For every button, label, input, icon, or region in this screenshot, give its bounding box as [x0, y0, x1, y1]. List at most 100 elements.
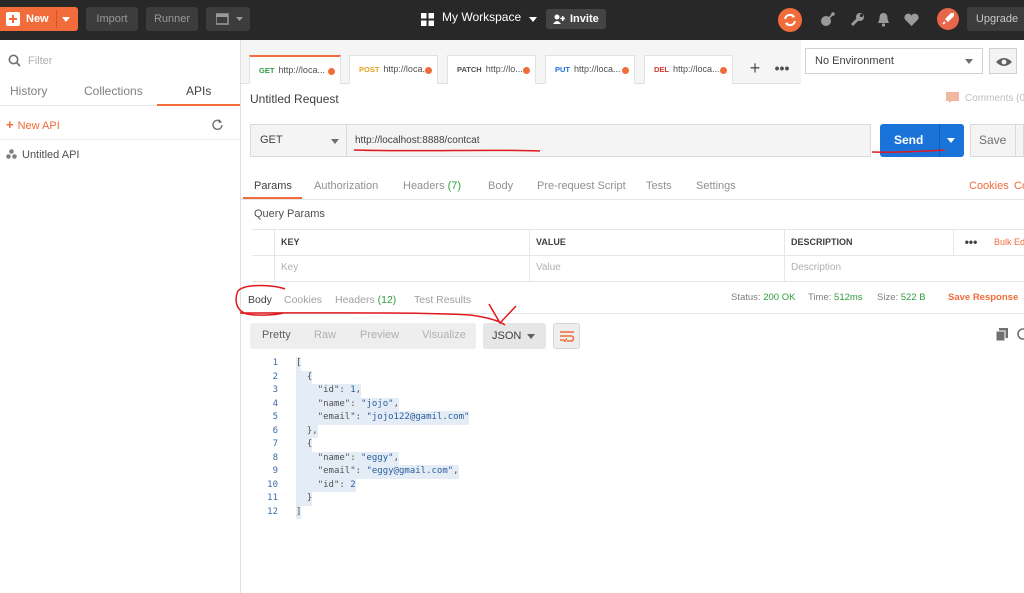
request-tab-del[interactable]: DEL http://loca...: [644, 55, 733, 84]
key-input[interactable]: Key: [274, 256, 530, 282]
response-view-selector: Pretty Raw Preview Visualize: [250, 323, 476, 349]
new-button-label: New: [26, 13, 49, 25]
more-options-icon[interactable]: •••: [953, 230, 988, 256]
comment-icon: [946, 92, 959, 103]
chevron-down-icon: [62, 17, 70, 22]
tab-authorization[interactable]: Authorization: [314, 180, 378, 192]
code-text: "name": "jojo",: [296, 397, 399, 411]
tab-params[interactable]: Params: [254, 180, 292, 192]
sidebar: Filter History Collections APIs + New API…: [0, 40, 241, 593]
format-select[interactable]: JSON: [483, 323, 546, 349]
cookies-link[interactable]: Cookies: [969, 180, 1009, 192]
new-window-icon: [216, 13, 229, 25]
request-tab-patch[interactable]: PATCH http://lo...: [447, 55, 536, 84]
satellite-icon[interactable]: [820, 12, 835, 27]
line-number: 8: [272, 452, 278, 463]
request-tabs-bar: GET http://loca... POST http://loca... PAT…: [241, 40, 801, 84]
url-input[interactable]: http://localhost:8888/contcat: [346, 124, 871, 157]
chevron-down-icon: [965, 59, 973, 64]
table-row: Key Value Description: [252, 256, 1024, 282]
new-api-button[interactable]: + New API: [6, 117, 60, 132]
code-link[interactable]: Co: [1014, 180, 1024, 192]
response-tab-headers[interactable]: Headers (12): [335, 294, 396, 306]
code-text: "id": 1,: [296, 384, 362, 398]
api-item[interactable]: Untitled API: [6, 149, 79, 161]
query-params-title: Query Params: [254, 208, 325, 220]
tab-tests[interactable]: Tests: [646, 180, 672, 192]
code-text: }: [296, 492, 313, 506]
view-raw[interactable]: Raw: [314, 329, 336, 341]
save-response-button[interactable]: Save Response: [948, 292, 1018, 303]
response-tab-body[interactable]: Body: [248, 294, 272, 306]
view-visualize[interactable]: Visualize: [422, 329, 466, 341]
method-select[interactable]: GET: [250, 124, 347, 157]
request-tab-post[interactable]: POST http://loca...: [349, 55, 438, 84]
new-button[interactable]: New: [0, 7, 78, 31]
view-pretty[interactable]: Pretty: [262, 329, 291, 341]
api-item-label: Untitled API: [22, 149, 80, 161]
active-tab-indicator: [243, 197, 302, 199]
code-text: ]: [296, 505, 302, 519]
filter-field[interactable]: Filter: [0, 49, 240, 73]
search-icon[interactable]: [1016, 328, 1024, 341]
heart-icon[interactable]: [904, 13, 919, 26]
sync-icon[interactable]: [778, 8, 802, 32]
line-number: 10: [267, 479, 278, 490]
format-label: JSON: [492, 330, 522, 342]
request-tab-get[interactable]: GET http://loca...: [249, 55, 341, 84]
invite-button[interactable]: Invite: [546, 9, 606, 29]
refresh-icon[interactable]: [212, 119, 223, 130]
view-preview[interactable]: Preview: [360, 329, 399, 341]
response-tab-test-results[interactable]: Test Results: [414, 294, 471, 306]
send-label: Send: [894, 133, 924, 147]
code-text: {: [296, 370, 313, 384]
import-button[interactable]: Import: [86, 7, 138, 31]
line-number: 11: [267, 493, 278, 503]
bulk-edit-link[interactable]: Bulk Ed: [988, 230, 1024, 256]
more-tabs-icon[interactable]: •••: [769, 55, 795, 84]
request-config-tabs: Params Authorization Headers (7) Body Pr…: [241, 170, 1024, 200]
column-header-key: KEY: [274, 230, 530, 256]
bell-icon[interactable]: [877, 12, 890, 27]
tab-collections[interactable]: Collections: [84, 84, 143, 98]
active-tab-indicator: [157, 104, 240, 106]
new-api-label: New API: [17, 120, 60, 132]
wrench-icon[interactable]: [850, 12, 865, 27]
tab-prerequest-script[interactable]: Pre-request Script: [537, 180, 626, 192]
chevron-down-icon: [527, 334, 535, 339]
line-number: 5: [272, 412, 278, 422]
column-header-description: DESCRIPTION: [784, 230, 954, 256]
new-window-button[interactable]: [206, 7, 250, 31]
environment-quick-look[interactable]: [989, 48, 1017, 74]
code-text: },: [296, 424, 318, 438]
tab-settings[interactable]: Settings: [696, 180, 736, 192]
request-title[interactable]: Untitled Request: [250, 92, 339, 106]
tab-apis[interactable]: APIs: [186, 84, 211, 98]
workspace-switcher[interactable]: My Workspace: [442, 10, 521, 24]
request-tab-put[interactable]: PUT http://loca...: [545, 55, 635, 84]
code-text: "email": "eggy@gmail.com",: [296, 465, 459, 479]
comments-button[interactable]: Comments (0: [946, 92, 1024, 104]
comments-label: Comments (0: [965, 93, 1024, 104]
environment-select[interactable]: No Environment: [805, 48, 983, 74]
tab-headers[interactable]: Headers (7): [403, 180, 461, 192]
code-text: [: [296, 357, 302, 371]
tab-body[interactable]: Body: [488, 180, 513, 192]
runner-button[interactable]: Runner: [146, 7, 198, 31]
add-tab-icon[interactable]: +: [743, 55, 767, 84]
value-input[interactable]: Value: [529, 256, 785, 282]
response-tab-cookies[interactable]: Cookies: [284, 294, 322, 306]
chevron-down-icon[interactable]: [947, 138, 955, 143]
save-button[interactable]: Save: [970, 124, 1024, 157]
tab-history[interactable]: History: [10, 84, 47, 98]
description-input[interactable]: Description: [784, 256, 1024, 282]
plus-icon: +: [6, 117, 14, 132]
line-number: 7: [272, 439, 278, 449]
rocket-icon[interactable]: [937, 8, 959, 30]
upgrade-button[interactable]: Upgrade: [967, 7, 1024, 31]
send-button[interactable]: Send: [880, 124, 964, 157]
wrap-lines-button[interactable]: [553, 323, 580, 349]
environment-label: No Environment: [815, 55, 894, 67]
line-number: 2: [272, 371, 278, 382]
copy-icon[interactable]: [996, 328, 1008, 341]
